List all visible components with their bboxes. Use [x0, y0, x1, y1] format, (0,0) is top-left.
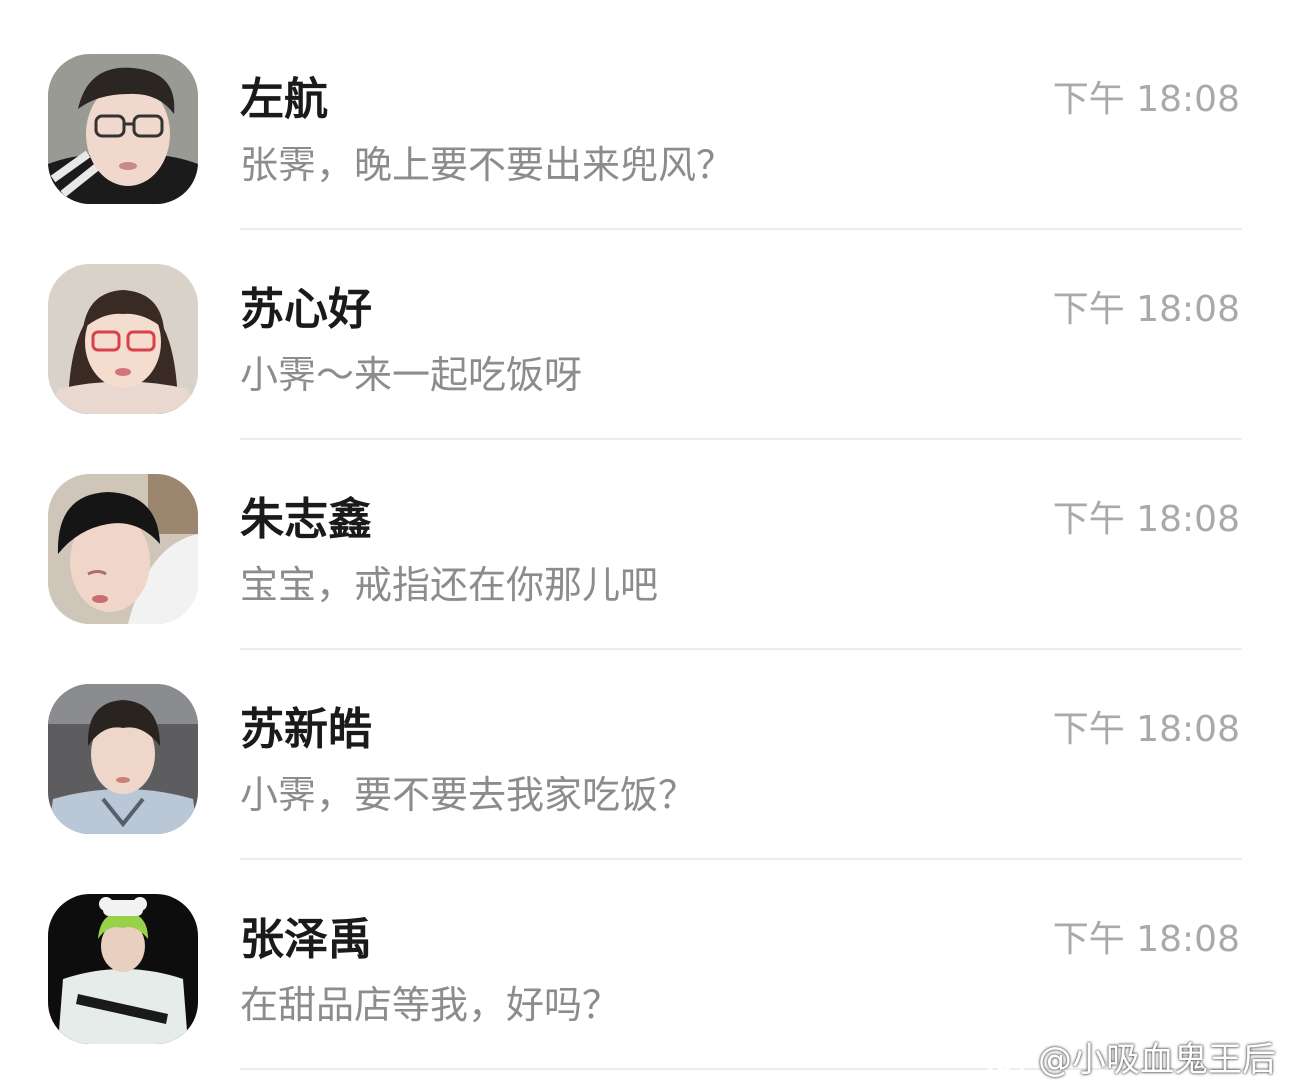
avatar-photo-icon [48, 894, 198, 1044]
avatar[interactable] [48, 684, 198, 834]
chat-item-suxinhao-2[interactable]: 苏新皓 下午 18:08 小霁，要不要去我家吃饭？ [0, 630, 1290, 860]
contact-name: 苏新皓 [240, 704, 372, 755]
avatar-photo-icon [48, 474, 198, 624]
message-time: 下午 18:08 [1052, 709, 1240, 750]
avatar[interactable] [48, 474, 198, 624]
watermark: @小吸血鬼王后 [986, 1038, 1276, 1082]
chat-item-zuohang[interactable]: 左航 下午 18:08 张霁，晚上要不要出来兜风？ [0, 0, 1290, 230]
avatar[interactable] [48, 264, 198, 414]
avatar-photo-icon [48, 684, 198, 834]
message-preview: 在甜品店等我，好吗？ [240, 983, 621, 1027]
message-time: 下午 18:08 [1052, 499, 1240, 540]
avatar[interactable] [48, 894, 198, 1044]
chat-item-zhuzhixin[interactable]: 朱志鑫 下午 18:08 宝宝，戒指还在你那儿吧 [0, 420, 1290, 650]
avatar[interactable] [48, 54, 198, 204]
avatar-photo-icon [48, 264, 198, 414]
message-time: 下午 18:08 [1052, 289, 1240, 330]
message-preview: 宝宝，戒指还在你那儿吧 [240, 563, 659, 607]
message-preview: 小霁～来一起吃饭呀 [240, 353, 583, 397]
contact-name: 朱志鑫 [240, 494, 372, 545]
message-preview: 张霁，晚上要不要出来兜风？ [240, 143, 735, 187]
message-time: 下午 18:08 [1052, 79, 1240, 120]
chat-item-zhangzeyu[interactable]: 张泽禹 下午 18:08 在甜品店等我，好吗？ [0, 840, 1290, 1070]
contact-name: 苏心好 [240, 284, 372, 335]
contact-name: 张泽禹 [240, 914, 372, 965]
chat-item-suxinhao[interactable]: 苏心好 下午 18:08 小霁～来一起吃饭呀 [0, 210, 1290, 440]
message-time: 下午 18:08 [1052, 919, 1240, 960]
avatar-photo-icon [48, 54, 198, 204]
contact-name: 左航 [240, 74, 328, 125]
watermark-text: @小吸血鬼王后 [1038, 1040, 1276, 1080]
message-preview: 小霁，要不要去我家吃饭？ [240, 773, 697, 817]
weibo-logo-icon [987, 1044, 1029, 1078]
